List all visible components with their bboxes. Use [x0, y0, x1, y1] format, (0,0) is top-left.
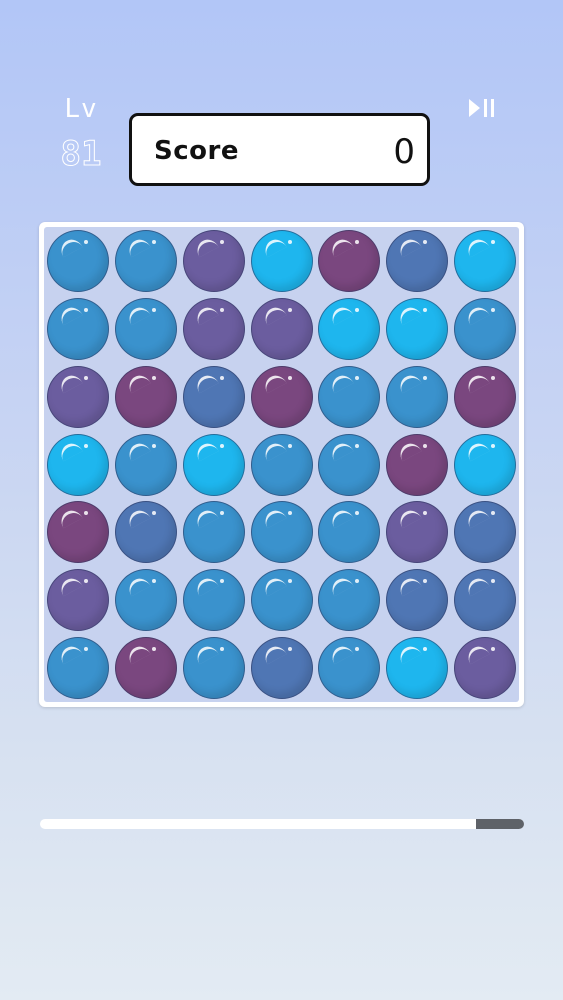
bubble[interactable]: [318, 229, 381, 292]
bubble[interactable]: [454, 229, 517, 292]
bubble[interactable]: [250, 637, 313, 700]
bubble[interactable]: [182, 569, 245, 632]
level-label: Lv: [64, 94, 98, 124]
bubble[interactable]: [182, 501, 245, 564]
level-value: 81: [60, 134, 102, 175]
bubble[interactable]: [114, 637, 177, 700]
bubble[interactable]: [318, 297, 381, 360]
bubble[interactable]: [46, 569, 109, 632]
bubble[interactable]: [114, 569, 177, 632]
bubble[interactable]: [46, 365, 109, 428]
score-panel: Score 0: [129, 113, 430, 186]
bubble[interactable]: [250, 365, 313, 428]
pause-bar-left: [484, 99, 487, 117]
bubble[interactable]: [318, 365, 381, 428]
bubble[interactable]: [182, 297, 245, 360]
bubble[interactable]: [46, 433, 109, 496]
bubble[interactable]: [318, 637, 381, 700]
bubble[interactable]: [46, 229, 109, 292]
bubble[interactable]: [182, 365, 245, 428]
bubble[interactable]: [454, 637, 517, 700]
bubble[interactable]: [46, 637, 109, 700]
bubble[interactable]: [386, 297, 449, 360]
bubble[interactable]: [386, 433, 449, 496]
timer-bar-fill: [475, 819, 524, 829]
bubble[interactable]: [454, 365, 517, 428]
bubble[interactable]: [46, 501, 109, 564]
bubble[interactable]: [318, 433, 381, 496]
score-label: Score: [154, 136, 239, 166]
play-pause-button[interactable]: [469, 96, 501, 120]
bubble[interactable]: [454, 501, 517, 564]
bubble[interactable]: [454, 297, 517, 360]
play-pause-icon: [469, 99, 480, 117]
bubble[interactable]: [250, 229, 313, 292]
bubble[interactable]: [114, 229, 177, 292]
bubble[interactable]: [114, 297, 177, 360]
timer-bar: [40, 819, 524, 829]
bubble[interactable]: [250, 297, 313, 360]
game-board: [39, 222, 524, 707]
board-grid: [44, 227, 519, 702]
bubble[interactable]: [182, 433, 245, 496]
bubble[interactable]: [46, 297, 109, 360]
bubble[interactable]: [182, 229, 245, 292]
bubble[interactable]: [250, 501, 313, 564]
bubble[interactable]: [250, 433, 313, 496]
bubble[interactable]: [386, 229, 449, 292]
bubble[interactable]: [114, 501, 177, 564]
bubble[interactable]: [318, 501, 381, 564]
bubble[interactable]: [386, 501, 449, 564]
bubble[interactable]: [182, 637, 245, 700]
bubble[interactable]: [386, 365, 449, 428]
score-value: 0: [393, 132, 415, 172]
bubble[interactable]: [114, 433, 177, 496]
bubble[interactable]: [114, 365, 177, 428]
bubble[interactable]: [386, 569, 449, 632]
bubble[interactable]: [318, 569, 381, 632]
pause-bar-right: [491, 99, 494, 117]
bubble[interactable]: [454, 433, 517, 496]
bubble[interactable]: [386, 637, 449, 700]
bubble[interactable]: [250, 569, 313, 632]
bubble[interactable]: [454, 569, 517, 632]
